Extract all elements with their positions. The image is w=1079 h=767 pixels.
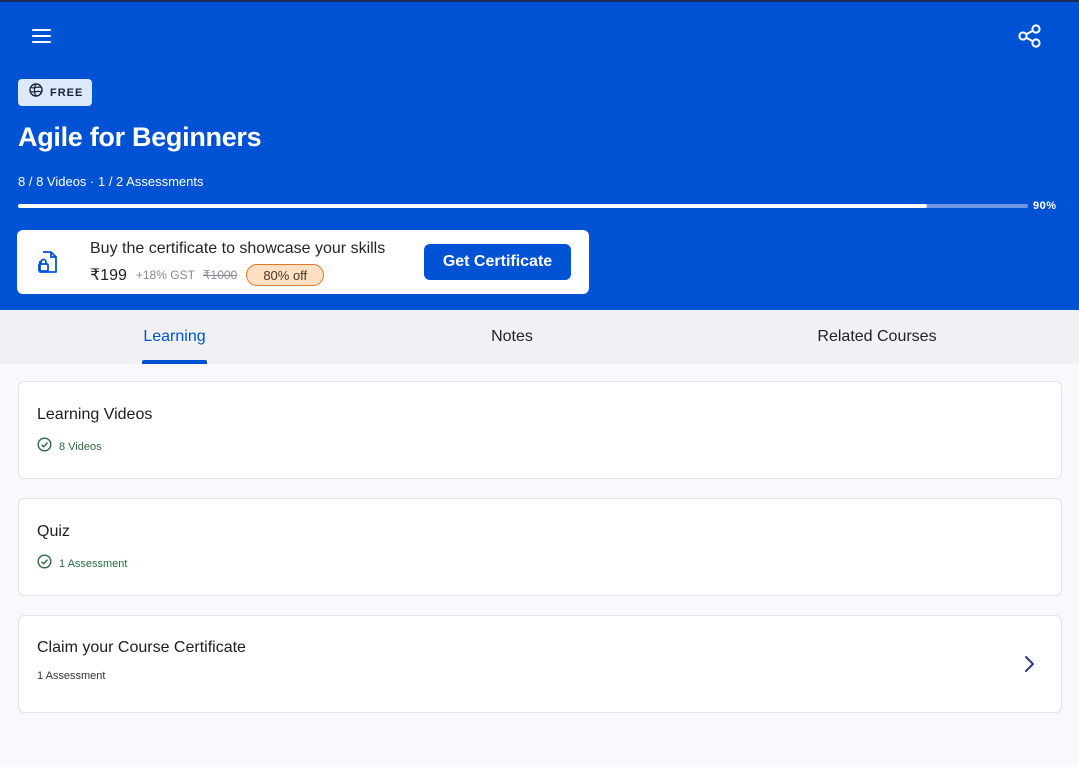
section-title: Claim your Course Certificate [37, 639, 246, 656]
course-header: FREE Agile for Beginners 8 / 8 Videos · … [0, 2, 1079, 310]
chevron-right-icon[interactable] [1021, 654, 1037, 674]
globe-icon [29, 83, 43, 102]
price-row: ₹199 +18% GST ₹1000 80% off [90, 264, 325, 286]
course-title: Agile for Beginners [18, 122, 262, 152]
tab-bar: Learning Notes Related Courses [0, 310, 1079, 364]
section-count: 1 Assessment [37, 670, 106, 682]
progress-bar-fill [18, 204, 927, 208]
section-claim-certificate[interactable]: Claim your Course Certificate 1 Assessme… [18, 615, 1062, 713]
section-subtitle: 1 Assessment [37, 670, 105, 682]
check-circle-icon [37, 437, 52, 457]
course-progress-meta: 8 / 8 Videos · 1 / 2 Assessments [18, 174, 204, 189]
price: ₹199 [90, 267, 127, 284]
tab-learning[interactable]: Learning [112, 310, 237, 364]
progress-bar [18, 204, 1028, 208]
gst-note: +18% GST [135, 268, 195, 282]
section-count: 8 Videos [59, 441, 102, 453]
section-quiz[interactable]: Quiz 1 Assessment [18, 498, 1062, 596]
certificate-icon [37, 250, 59, 274]
badge-label: FREE [50, 86, 84, 99]
section-learning-videos[interactable]: Learning Videos 8 Videos [18, 381, 1062, 479]
section-title: Quiz [37, 523, 70, 540]
section-subtitle: 1 Assessment [37, 554, 127, 574]
original-price: ₹1000 [202, 268, 238, 282]
certificate-banner: Buy the certificate to showcase your ski… [17, 230, 589, 294]
section-count: 1 Assessment [59, 558, 128, 570]
free-badge: FREE [18, 79, 92, 106]
tab-related-courses[interactable]: Related Courses [797, 310, 957, 364]
active-tab-indicator [142, 360, 207, 364]
section-title: Learning Videos [37, 406, 153, 423]
discount-badge: 80% off [246, 264, 325, 286]
tab-notes[interactable]: Notes [452, 310, 572, 364]
hamburger-menu-icon[interactable] [28, 24, 56, 48]
share-icon[interactable] [1015, 22, 1045, 50]
check-circle-icon [37, 554, 52, 574]
section-subtitle: 8 Videos [37, 437, 102, 457]
certificate-pitch: Buy the certificate to showcase your ski… [90, 240, 386, 257]
get-certificate-button[interactable]: Get Certificate [424, 244, 571, 280]
progress-percent: 90% [1033, 200, 1057, 212]
